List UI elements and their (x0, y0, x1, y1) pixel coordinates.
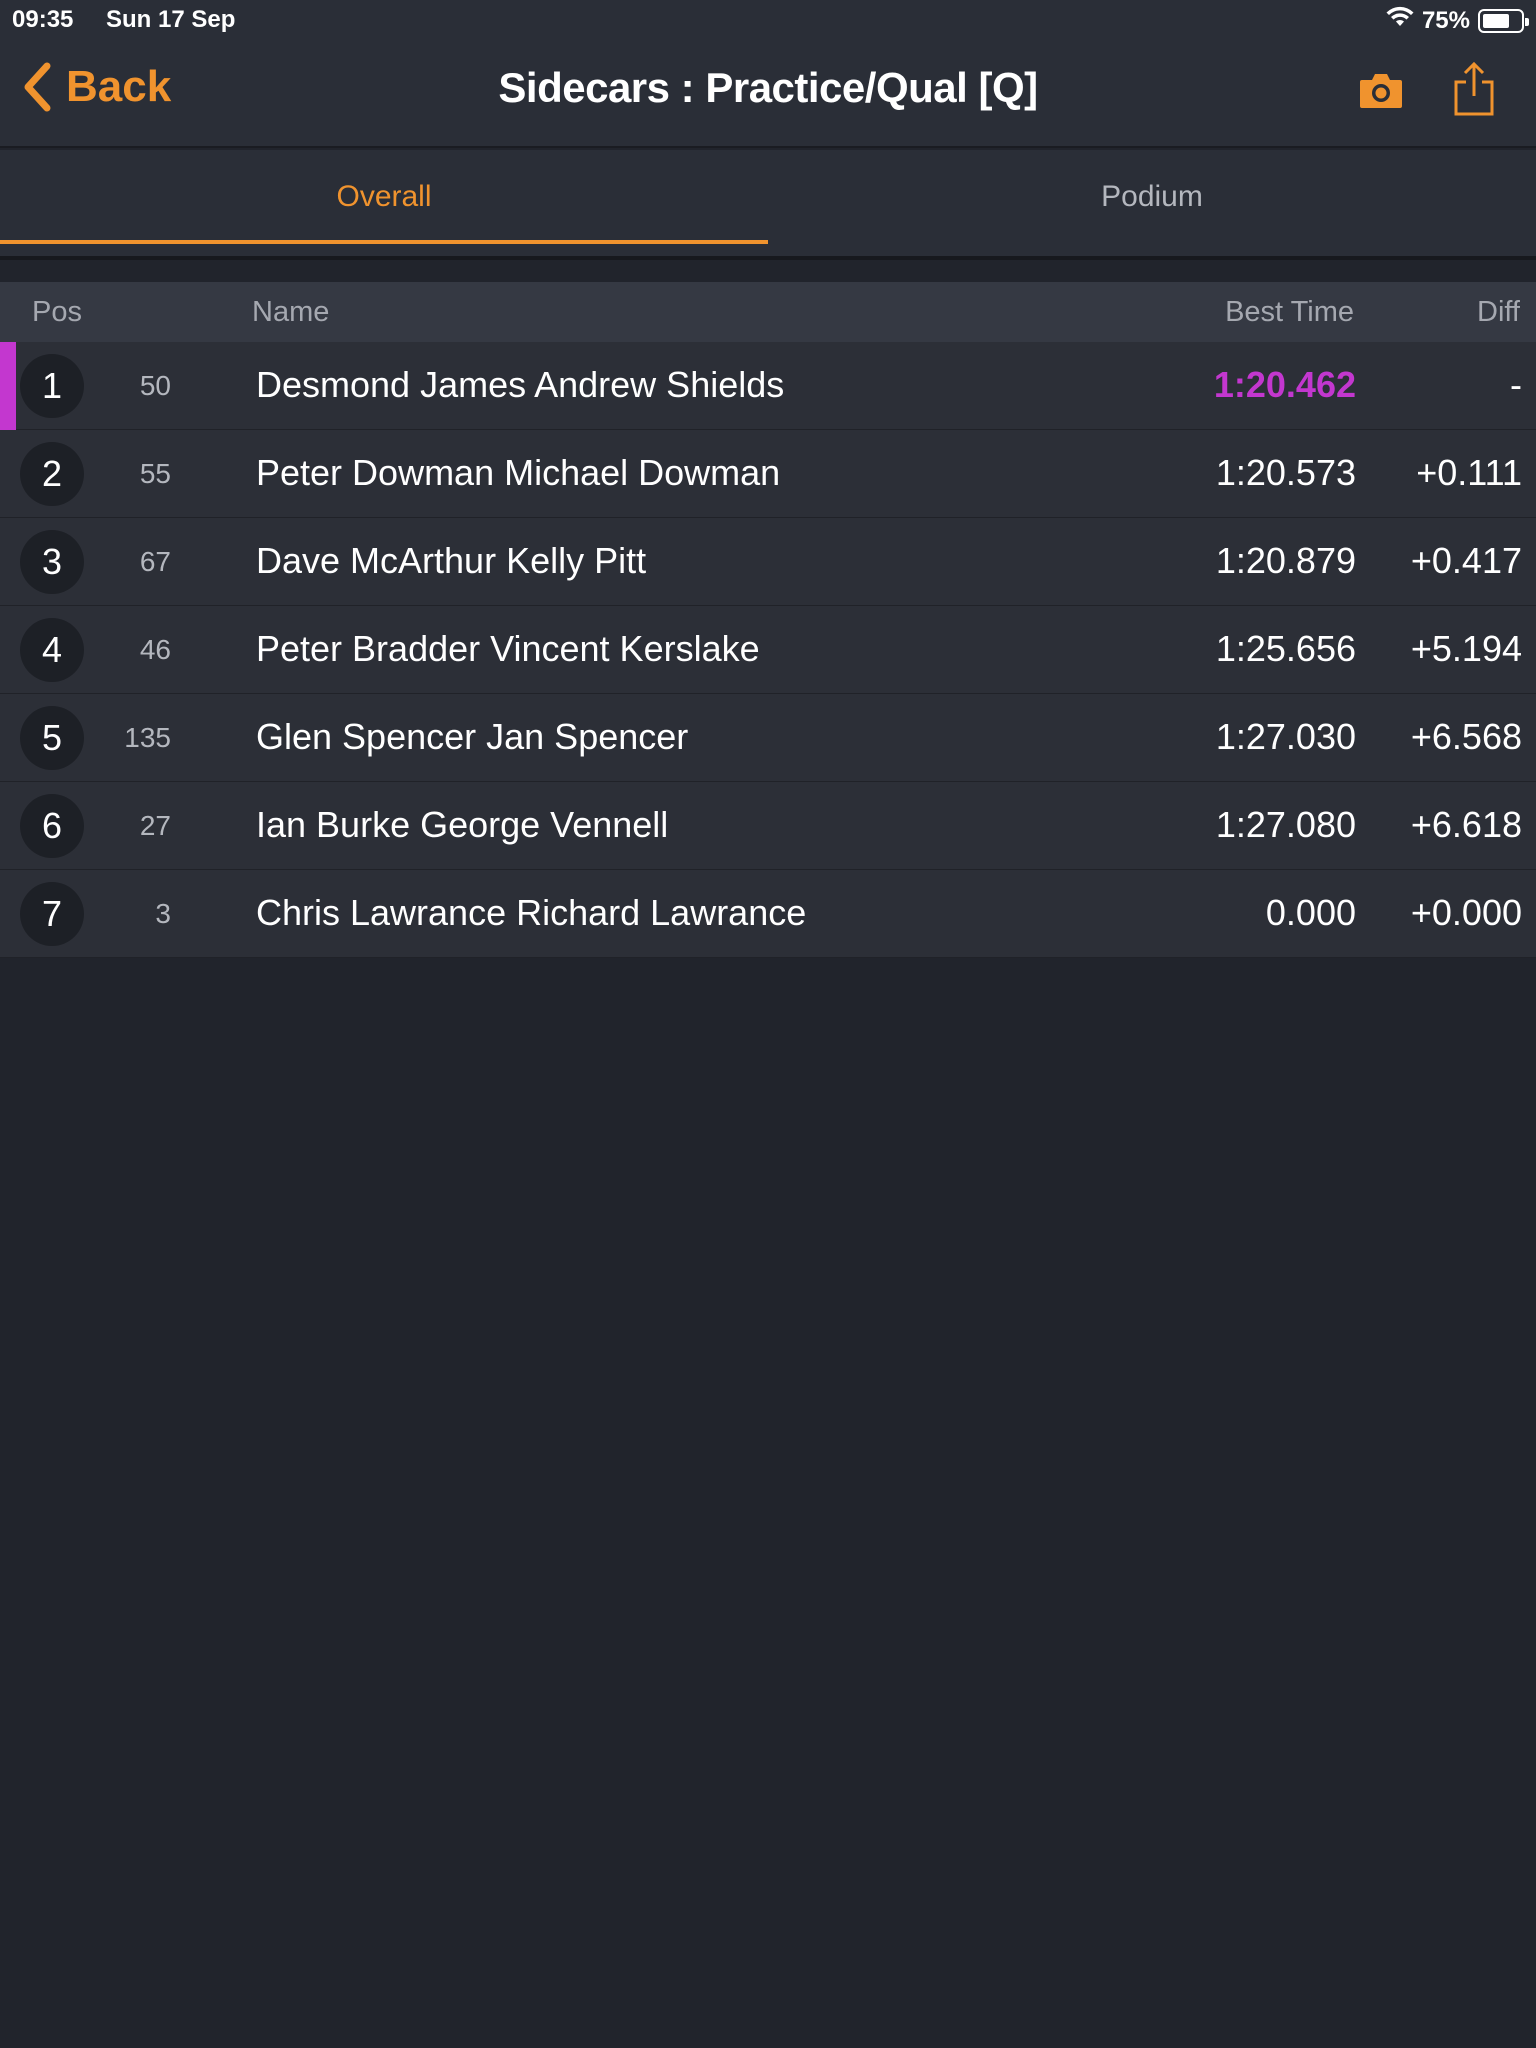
car-number: 3 (155, 898, 171, 929)
table-row[interactable]: 5 135 Glen Spencer Jan Spencer 1:27.030 … (0, 694, 1536, 782)
battery-percent: 75% (1421, 6, 1470, 34)
time-diff: +5.194 (1410, 628, 1522, 669)
status-date: Sun 17 Sep (106, 6, 236, 33)
camera-icon (1360, 74, 1402, 108)
header-diff: Diff (1477, 296, 1520, 328)
best-time: 0.000 (1265, 892, 1356, 933)
page-title: Sidecars : Practice/Qual [Q] (498, 64, 1038, 111)
results-table: 1 50 Desmond James Andrew Shields 1:20.4… (0, 342, 1536, 958)
table-row[interactable]: 6 27 Ian Burke George Vennell 1:27.080 +… (0, 782, 1536, 870)
tab-overall[interactable]: Overall (0, 150, 768, 244)
driver-name: Peter Bradder Vincent Kerslake (256, 628, 760, 669)
position-badge: 7 (20, 882, 84, 946)
time-diff: +6.618 (1410, 804, 1522, 845)
car-number: 67 (139, 546, 171, 577)
time-diff: +0.417 (1410, 540, 1522, 581)
driver-name: Ian Burke George Vennell (256, 804, 669, 845)
battery-icon (1478, 8, 1529, 33)
driver-name: Dave McArthur Kelly Pitt (256, 540, 647, 581)
status-bar: 09:35 Sun 17 Sep 75% (0, 0, 1536, 40)
table-row[interactable]: 7 3 Chris Lawrance Richard Lawrance 0.00… (0, 870, 1536, 958)
time-diff: +0.000 (1410, 892, 1522, 933)
status-right: 75% (1386, 6, 1529, 35)
best-time: 1:20.462 (1213, 364, 1356, 405)
position-badge: 4 (20, 618, 84, 682)
driver-name: Peter Dowman Michael Dowman (256, 452, 781, 493)
wifi-icon (1386, 6, 1414, 35)
position-badge: 2 (20, 442, 84, 506)
header-name: Name (252, 296, 330, 328)
table-header: Pos Name Best Time Diff (0, 282, 1536, 342)
best-time: 1:27.030 (1215, 716, 1356, 757)
car-number: 135 (124, 722, 171, 753)
share-button[interactable] (1452, 61, 1496, 123)
position-badge: 1 (20, 354, 84, 418)
best-time: 1:27.080 (1215, 804, 1356, 845)
best-time: 1:25.656 (1215, 628, 1356, 669)
segment-tabs: Overall Podium (0, 150, 1536, 260)
table-row[interactable]: 2 55 Peter Dowman Michael Dowman 1:20.57… (0, 430, 1536, 518)
tab-podium[interactable]: Podium (768, 150, 1536, 244)
time-diff: +6.568 (1410, 716, 1522, 757)
car-number: 55 (139, 458, 171, 489)
car-number: 50 (139, 370, 171, 401)
car-number: 27 (139, 810, 171, 841)
table-row[interactable]: 1 50 Desmond James Andrew Shields 1:20.4… (0, 342, 1536, 430)
table-row[interactable]: 4 46 Peter Bradder Vincent Kerslake 1:25… (0, 606, 1536, 694)
time-diff: - (1510, 364, 1522, 405)
fastest-marker (0, 342, 16, 430)
camera-button[interactable] (1358, 70, 1404, 115)
driver-name: Desmond James Andrew Shields (256, 364, 785, 405)
position-badge: 5 (20, 706, 84, 770)
car-number: 46 (139, 634, 171, 665)
share-icon (1454, 61, 1494, 116)
navigation-bar: Back Sidecars : Practice/Qual [Q] (0, 40, 1536, 148)
driver-name: Chris Lawrance Richard Lawrance (256, 892, 807, 933)
status-time: 09:35 (12, 6, 74, 33)
header-best-time: Best Time (1225, 296, 1354, 328)
driver-name: Glen Spencer Jan Spencer (256, 716, 689, 757)
position-badge: 6 (20, 794, 84, 858)
best-time: 1:20.573 (1215, 452, 1356, 493)
position-badge: 3 (20, 530, 84, 594)
table-row[interactable]: 3 67 Dave McArthur Kelly Pitt 1:20.879 +… (0, 518, 1536, 606)
header-pos: Pos (32, 296, 82, 328)
best-time: 1:20.879 (1215, 540, 1356, 581)
time-diff: +0.111 (1416, 452, 1522, 493)
